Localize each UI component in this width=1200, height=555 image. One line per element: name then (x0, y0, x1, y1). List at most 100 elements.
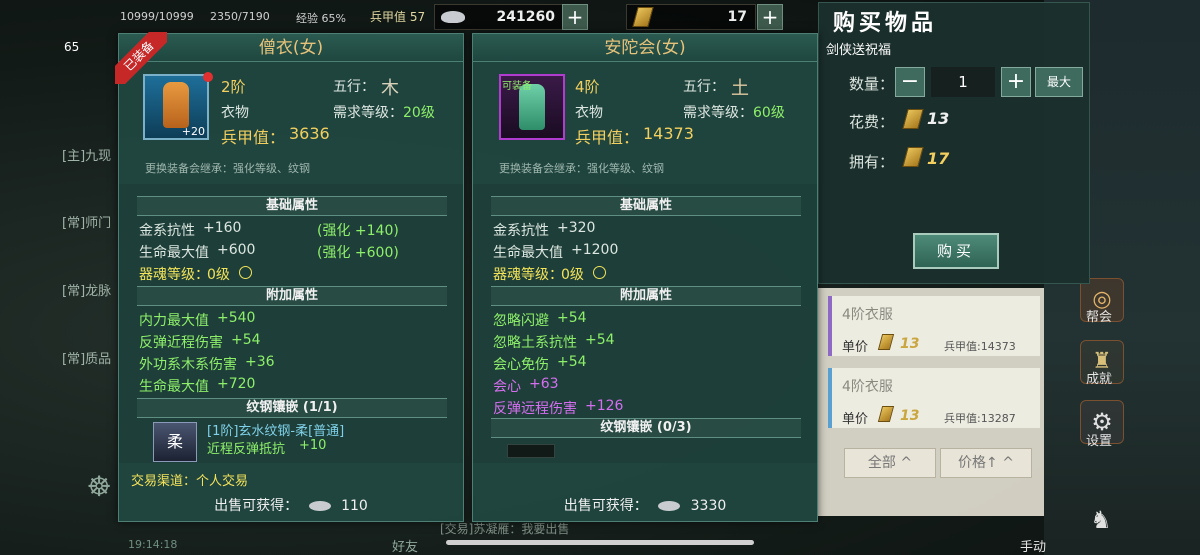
filter-price-dropdown[interactable]: 价格↑ ^ (940, 448, 1032, 478)
filter-all-label: 全部 (867, 455, 896, 471)
chevron-up-icon: ^ (895, 455, 913, 471)
increase-quantity-button[interactable]: + (1001, 67, 1031, 97)
extra-attr-name: 生命最大值 (139, 379, 209, 395)
chat-line-2[interactable]: [常]师门 (62, 212, 111, 231)
soul-circle-icon (593, 266, 606, 279)
inlay-header: 纹钢镶嵌 (0/3) (491, 418, 801, 438)
settings-label: 设置 (1086, 434, 1113, 449)
robe-icon (163, 82, 189, 128)
owned-label: 拥有： (849, 153, 895, 171)
inlay-header: 纹钢镶嵌 (1/1) (137, 398, 447, 418)
shop-item-price-label: 单价 (842, 412, 869, 427)
base-attr-name: 金系抗性 (139, 223, 195, 239)
item-tier: 2阶 (221, 78, 246, 96)
inlay-name: [1阶]玄水纹钢-柔[普通] (207, 424, 345, 439)
extra-attr-name: 忽略闪避 (493, 313, 549, 329)
shop-item-list: 4阶衣服 单价 13 兵甲值:14373 4阶衣服 单价 13 兵甲值:1328… (818, 288, 1044, 516)
player-level: 65 (64, 40, 80, 54)
chat-line-3[interactable]: [常]龙脉 (62, 280, 111, 299)
chat-line-4[interactable]: [常]质品 (62, 348, 111, 367)
chat-bottom-message: [交易]苏凝雁：我要出售 (440, 522, 570, 536)
robe-item-icon[interactable]: 可装备 (499, 74, 565, 140)
home-indicator (446, 540, 754, 545)
extra-attr-name: 会心 (493, 379, 521, 395)
extra-attr-name: 反弹近程伤害 (139, 335, 223, 351)
gold-bar-icon (902, 109, 924, 129)
achievement-label: 成就 (1086, 372, 1113, 387)
compare-item-title: 安陀会(女) (473, 34, 817, 62)
extra-attr-value: +126 (585, 398, 624, 414)
inherit-note: 更换装备会继承：强化等级、纹钢 (499, 162, 664, 175)
base-attr-value: +160 (203, 220, 242, 236)
sell-label: 出售可获得： (563, 498, 648, 514)
quantity-input[interactable]: 1 (931, 67, 995, 97)
gold-currency-bar: 17 (626, 4, 756, 30)
inlay-attr: 近程反弹抵抗 (207, 442, 286, 457)
base-attributes-header: 基础属性 (137, 196, 447, 216)
base-attr-enhance: (强化 +140) (317, 223, 399, 239)
soul-level-label: 器魂等级： (139, 267, 209, 283)
base-attr-value: +600 (217, 242, 256, 258)
required-level-value: 20级 (403, 105, 435, 121)
silver-ingot-icon (658, 501, 681, 511)
auto-mode-label[interactable]: 手动 (1020, 536, 1046, 555)
mp-text: 2350/7190 (210, 10, 270, 23)
hud-armor-text: 兵甲值 57 (370, 10, 426, 24)
meditate-icon[interactable]: ☸ (82, 470, 116, 504)
buy-item-dialog: 购买物品 普天同庆，剑侠送祝福 数量： − 1 + 最大 花费： 13 拥有： … (761, 2, 1090, 284)
armor-value: 3636 (289, 124, 330, 143)
five-elements-value: 木 (381, 78, 399, 99)
soul-level-value: 0级 (561, 267, 584, 283)
robe-item-icon[interactable]: +20 (143, 72, 213, 140)
base-attr-enhance: (强化 +600) (317, 245, 399, 261)
sell-value: 3330 (690, 498, 727, 514)
guild-label: 帮会 (1086, 310, 1113, 325)
silver-amount: 241260 (496, 9, 555, 25)
mount-icon[interactable]: ♞ (1084, 506, 1118, 536)
equippable-badge: 可装备 (502, 81, 532, 92)
required-level-label: 需求等级： (683, 105, 753, 121)
clock-text: 19:14:18 (128, 538, 178, 551)
empty-inlay-slot[interactable] (507, 444, 555, 458)
shop-item-price: 13 (900, 408, 920, 424)
extra-attr-value: +720 (217, 376, 256, 392)
base-attributes-header: 基础属性 (491, 196, 801, 216)
equipped-item-title: 僧衣(女) (119, 34, 463, 62)
filter-all-dropdown[interactable]: 全部 ^ (844, 448, 936, 478)
sell-value: 110 (341, 498, 368, 514)
shop-list-item[interactable]: 4阶衣服 单价 13 兵甲值:13287 (828, 368, 1040, 428)
extra-attr-name: 忽略土系抗性 (493, 335, 577, 351)
decrease-quantity-button[interactable]: − (895, 67, 925, 97)
sell-label: 出售可获得： (214, 498, 299, 514)
extra-attr-name: 反弹远程伤害 (493, 401, 577, 417)
base-attr-name: 生命最大值 (139, 245, 209, 261)
five-elements-label: 五行： (333, 79, 375, 95)
extra-attr-value: +54 (557, 310, 587, 326)
red-dot-icon (203, 72, 213, 82)
max-quantity-button[interactable]: 最大 (1035, 67, 1083, 97)
required-level-value: 60级 (753, 105, 785, 121)
soul-circle-icon (239, 266, 252, 279)
gold-bar-icon (877, 406, 895, 422)
required-level-label: 需求等级： (333, 105, 403, 121)
add-silver-button[interactable]: + (562, 4, 588, 30)
chevron-up-icon: ^ (997, 455, 1014, 471)
gold-bar-icon (877, 334, 895, 350)
shop-list-item[interactable]: 4阶衣服 单价 13 兵甲值:14373 (828, 296, 1040, 356)
hp-text: 10999/10999 (120, 10, 194, 23)
buy-button[interactable]: 购买 (913, 233, 999, 269)
extra-attr-value: +54 (585, 332, 615, 348)
chat-line-1[interactable]: [主]九现 (62, 145, 111, 164)
add-gold-button[interactable]: + (757, 4, 783, 30)
inlay-gem-icon[interactable]: 柔 (153, 422, 197, 462)
extra-attr-name: 会心免伤 (493, 357, 549, 373)
gold-amount: 17 (727, 9, 747, 25)
soul-level-label: 器魂等级： (493, 267, 563, 283)
extra-attr-name: 外功系木系伤害 (139, 357, 237, 373)
friends-button[interactable]: 好友 (392, 536, 418, 555)
buy-dialog-title: 购买物品 (833, 10, 938, 36)
shop-item-name: 4阶衣服 (842, 379, 893, 395)
extra-attr-name: 内力最大值 (139, 313, 209, 329)
silver-currency-bar: 241260 (434, 4, 564, 30)
base-attr-value: +1200 (571, 242, 619, 258)
